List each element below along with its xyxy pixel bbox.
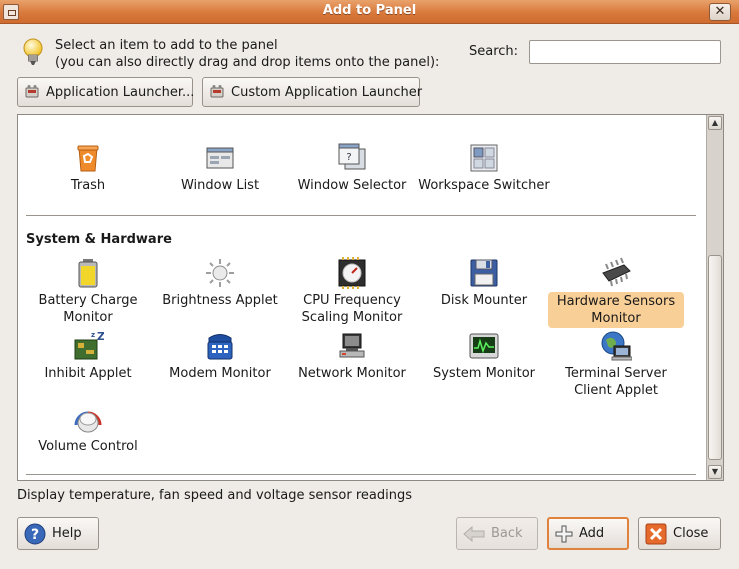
brightness-icon (206, 259, 234, 287)
list-item-modem-monitor[interactable]: Modem Monitor (152, 330, 288, 382)
svg-text:Z: Z (97, 330, 104, 343)
back-button[interactable]: Back (456, 517, 538, 550)
list-item-trash[interactable]: Trash (20, 142, 156, 194)
scrollbar-thumb[interactable] (708, 255, 722, 460)
modem-icon (207, 334, 233, 360)
list-item-window-selector[interactable]: ? Window Selector (284, 142, 420, 194)
applet-list[interactable]: Trash Window List ? Window Selector Work… (17, 114, 724, 481)
add-icon (555, 525, 573, 543)
list-item-battery-charge-monitor[interactable]: Battery Charge Monitor (20, 257, 156, 326)
list-item-brightness-applet[interactable]: Brightness Applet (152, 257, 288, 309)
instruction-line-2: (you can also directly drag and drop ite… (55, 55, 440, 70)
list-item-inhibit-applet[interactable]: Z z Inhibit Applet (20, 330, 156, 382)
inhibit-icon: Z z (74, 330, 104, 360)
launcher-icon (209, 83, 225, 101)
section-title: System & Hardware (26, 232, 172, 247)
item-label: Terminal Server Client Applet (565, 366, 667, 398)
instruction-text: Select an item to add to the panel (you … (55, 37, 439, 71)
help-icon: ? (24, 523, 46, 545)
workspace-switcher-icon (470, 144, 498, 172)
item-label: CPU Frequency Scaling Monitor (301, 293, 403, 325)
item-label: Network Monitor (298, 366, 406, 381)
item-description: Display temperature, fan speed and volta… (17, 488, 413, 503)
hardware-sensors-icon (602, 257, 631, 287)
item-label: Volume Control (38, 439, 138, 454)
item-label: Battery Charge Monitor (38, 293, 138, 325)
item-label-text: Hardware Sensors Monitor (556, 294, 676, 326)
terminal-server-icon (601, 331, 632, 361)
help-button[interactable]: ? Help (17, 517, 99, 550)
list-item-system-monitor[interactable]: System Monitor (416, 330, 552, 382)
svg-text:?: ? (346, 152, 351, 163)
custom-application-launcher-button[interactable]: Custom Application Launcher (202, 77, 423, 107)
custom-application-launcher-label: Custom Application Launcher (231, 84, 423, 100)
item-label: Inhibit Applet (44, 366, 132, 381)
item-label: Window List (180, 178, 260, 193)
item-label: System Monitor (432, 366, 536, 381)
list-item-volume-control[interactable]: Volume Control (20, 403, 156, 455)
item-label: Brightness Applet (162, 293, 278, 308)
item-label: Workspace Switcher (418, 178, 550, 193)
application-launcher-label: Application Launcher... (46, 84, 195, 100)
search-input[interactable] (529, 40, 721, 64)
list-item-network-monitor[interactable]: Network Monitor (284, 330, 420, 382)
back-arrow-icon (463, 525, 485, 543)
application-launcher-button[interactable]: Application Launcher... (17, 77, 195, 107)
launcher-icon (24, 83, 40, 101)
battery-icon (78, 259, 98, 288)
list-item-window-list[interactable]: Window List (152, 142, 288, 194)
list-item-hardware-sensors-monitor[interactable]: Hardware Sensors Monitor (548, 257, 684, 328)
list-bottom-divider (26, 474, 696, 475)
trash-icon (77, 145, 99, 172)
scroll-up-arrow-icon[interactable]: ▲ (708, 116, 722, 130)
item-label: Modem Monitor (169, 366, 271, 381)
search-label: Search: (469, 44, 519, 59)
window-title: Add to Panel (322, 3, 417, 18)
item-label: Hardware Sensors Monitor (548, 292, 684, 328)
help-button-label: Help (52, 526, 82, 541)
cpu-frequency-icon (338, 257, 366, 289)
list-item-workspace-switcher[interactable]: Workspace Switcher (416, 142, 552, 194)
window-selector-icon: ? (338, 143, 366, 170)
window-close-button[interactable]: ✕ (709, 3, 731, 21)
vertical-scrollbar[interactable]: ▲ ▼ (706, 115, 723, 480)
lightbulb-icon (23, 38, 43, 65)
window-list-icon (206, 147, 234, 169)
svg-text:?: ? (31, 527, 39, 543)
back-button-label: Back (491, 526, 523, 541)
disk-mounter-icon (470, 259, 498, 287)
item-label: Disk Mounter (440, 293, 528, 308)
system-monitor-icon (469, 333, 499, 359)
close-icon (645, 523, 667, 545)
list-item-terminal-server-client-applet[interactable]: Terminal Server Client Applet (548, 330, 684, 399)
title-bar: Add to Panel ✕ (0, 0, 739, 24)
volume-control-icon (74, 411, 102, 433)
scroll-down-arrow-icon[interactable]: ▼ (708, 465, 722, 479)
svg-text:z: z (91, 331, 95, 339)
add-button-label: Add (579, 526, 605, 541)
section-divider (26, 215, 696, 216)
network-monitor-icon (339, 333, 365, 358)
list-item-cpu-frequency-scaling-monitor[interactable]: CPU Frequency Scaling Monitor (284, 257, 420, 326)
instruction-line-1: Select an item to add to the panel (55, 38, 278, 53)
add-button[interactable]: Add (547, 517, 629, 550)
list-item-disk-mounter[interactable]: Disk Mounter (416, 257, 552, 309)
item-label: Window Selector (297, 178, 407, 193)
item-label: Trash (70, 178, 106, 193)
close-button-label: Close (673, 526, 709, 541)
close-button[interactable]: Close (638, 517, 721, 550)
